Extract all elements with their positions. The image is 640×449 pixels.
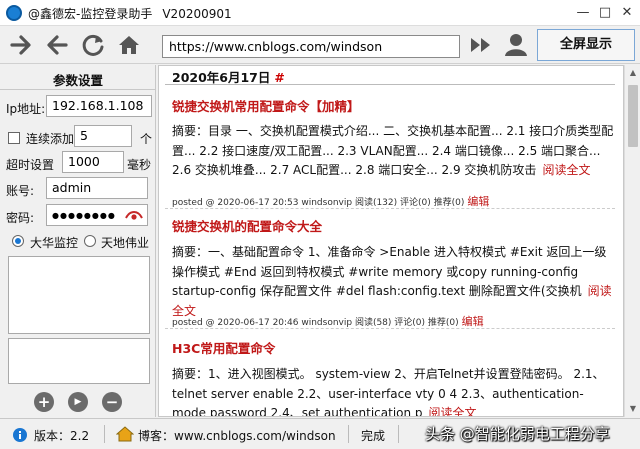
divider [165,208,615,209]
post-summary: 摘要：目录 一、交换机配置模式介绍... 二、交换机基本配置... 2.1 接口… [172,122,614,181]
status-bar: 版本：2.2 博客：www.cnblogs.com/windson 完成 头条 … [0,418,640,449]
ip-label: Ip地址: [6,102,46,116]
post-title-link[interactable]: H3C常用配置命令 [172,338,275,357]
read-more-link[interactable]: 阅读全文 [429,406,477,416]
ip-input[interactable]: 192.168.1.108 [46,95,152,117]
radio-tiandi[interactable] [84,235,96,247]
version-label: 版本：2.2 [34,429,90,443]
radio-dahua-label: 大华监控 [30,236,79,250]
remove-icon[interactable]: − [102,392,122,412]
close-icon[interactable]: ✕ [617,3,637,23]
blog-link[interactable]: 博客：www.cnblogs.com/windson [138,427,336,444]
post-meta: posted @ 2020-06-17 20:46 windsonvip 阅读(… [172,313,484,329]
refresh-icon[interactable] [80,32,106,58]
title-bar: @鑫德宏-监控登录助手 V20200901 — □ ✕ [0,0,640,26]
log-list[interactable] [8,338,150,384]
scroll-down-icon[interactable]: ▼ [625,401,640,417]
date-anchor-link[interactable]: # [274,70,284,85]
post-summary-text: 摘要：1、进入视图模式。 system-view 2、开启Telnet并设置登陆… [172,367,605,417]
post-meta: posted @ 2020-06-17 20:53 windsonvip 阅读(… [172,193,489,209]
back-arrow-icon[interactable] [44,32,70,58]
maximize-icon[interactable]: □ [595,3,615,23]
post-summary: 摘要：一、基础配置命令 1、准备命令 >Enable 进入特权模式 #Exit … [172,243,614,321]
timeout-input[interactable]: 1000 [62,151,124,173]
app-name: @鑫德宏-监控登录助手 [28,7,153,21]
fullscreen-button[interactable]: 全屏显示 [537,29,635,61]
scroll-thumb[interactable] [628,85,638,147]
post-meta-text: posted @ 2020-06-17 20:46 windsonvip 阅读(… [172,318,459,328]
continuous-add-label: 连续添加 [26,132,75,146]
timeout-unit: 毫秒 [127,158,152,172]
show-password-eye-icon[interactable] [124,208,144,222]
radio-dahua[interactable] [12,235,24,247]
user-icon[interactable] [503,32,529,58]
minimize-icon[interactable]: — [573,3,593,23]
post-meta-text: posted @ 2020-06-17 20:53 windsonvip 阅读(… [172,198,465,208]
forward-arrow-icon[interactable] [8,32,34,58]
go-icon[interactable] [468,32,494,58]
divider [165,328,615,329]
settings-panel: 参数设置 Ip地址: 192.168.1.108 连续添加 5 个 超时设置 1… [0,65,156,417]
status-done: 完成 [361,429,386,443]
blog-content: 2020年6月17日 # 锐捷交换机常用配置命令【加精】 摘要：目录 一、交换机配… [158,65,624,417]
toolbar: https://www.cnblogs.com/windson 全屏显示 [0,26,640,64]
scroll-up-icon[interactable]: ▲ [625,65,640,81]
post-summary: 摘要：1、进入视图模式。 system-view 2、开启Telnet并设置登陆… [172,365,614,417]
settings-title: 参数设置 [52,73,103,88]
post-title-link[interactable]: 锐捷交换机的配置命令大全 [172,216,322,235]
url-input[interactable]: https://www.cnblogs.com/windson [162,35,460,58]
home-icon[interactable] [116,32,142,58]
radio-tiandi-label: 天地伟业 [101,236,150,250]
read-more-link[interactable]: 阅读全文 [542,163,590,177]
add-icon[interactable]: + [34,392,54,412]
play-icon[interactable]: ▶ [68,392,88,412]
account-input[interactable]: admin [46,177,148,199]
edit-link[interactable]: 编辑 [462,315,484,328]
divider [165,84,615,85]
account-label: 账号: [6,184,35,198]
continuous-add-unit: 个 [140,132,153,146]
window-title: @鑫德宏-监控登录助手 V20200901 [28,5,232,22]
timeout-label: 超时设置 [6,158,55,172]
continuous-add-input[interactable]: 5 [74,125,132,147]
continuous-add-checkbox[interactable] [8,132,20,144]
vertical-scrollbar[interactable]: ▲ ▼ [624,65,640,417]
post-date: 2020年6月17日 [172,70,271,85]
divider [0,89,156,90]
app-logo-icon [6,5,22,21]
post-title-link[interactable]: 锐捷交换机常用配置命令【加精】 [172,96,360,115]
post-summary-text: 摘要：一、基础配置命令 1、准备命令 >Enable 进入特权模式 #Exit … [172,245,607,298]
divider [104,425,105,443]
password-label: 密码: [6,211,35,225]
edit-link[interactable]: 编辑 [467,195,489,208]
divider [398,425,399,443]
app-version: V20200901 [162,7,232,21]
divider [348,425,349,443]
watermark-text: 头条 @智能化弱电工程分享 [425,425,610,443]
info-icon [13,428,27,442]
home-small-icon [116,426,134,442]
device-list[interactable] [8,256,150,334]
